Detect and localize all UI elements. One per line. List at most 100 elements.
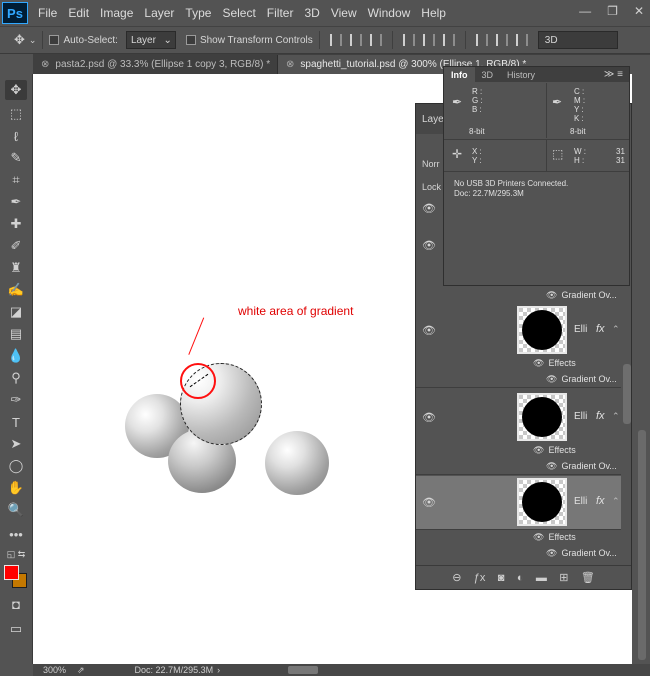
move-tool-icon[interactable]: ✥ bbox=[14, 32, 25, 48]
marquee-tool-icon[interactable]: ⬚ bbox=[5, 104, 27, 124]
align-right-icon[interactable] bbox=[442, 34, 455, 46]
auto-select-checkbox[interactable]: Auto-Select: bbox=[49, 35, 118, 46]
path-selection-tool-icon[interactable]: ➤ bbox=[5, 434, 27, 454]
effect-gradient-overlay[interactable]: 👁 Gradient Ov... bbox=[546, 548, 617, 559]
eye-icon[interactable]: 👁 bbox=[546, 374, 557, 384]
zoom-tool-icon[interactable]: 🔍 bbox=[5, 500, 27, 520]
eye-icon[interactable]: 👁 bbox=[422, 496, 436, 509]
delete-layer-icon[interactable]: 🗑 bbox=[581, 571, 595, 584]
blur-tool-icon[interactable]: 💧 bbox=[5, 346, 27, 366]
quick-select-tool-icon[interactable]: ✎ bbox=[5, 148, 27, 168]
chevron-right-icon[interactable]: › bbox=[217, 665, 220, 675]
default-colors-icon[interactable]: ◱ ⇆ bbox=[5, 544, 27, 564]
chevron-up-icon[interactable]: ⌃ bbox=[612, 496, 620, 507]
healing-brush-tool-icon[interactable]: ✚ bbox=[5, 214, 27, 234]
distribute-icon[interactable] bbox=[495, 34, 508, 46]
hand-tool-icon[interactable]: ✋ bbox=[5, 478, 27, 498]
align-left-icon[interactable] bbox=[402, 34, 415, 46]
brush-tool-icon[interactable]: ✐ bbox=[5, 236, 27, 256]
tab-info[interactable]: Info bbox=[444, 67, 475, 82]
eye-icon[interactable]: 👁 bbox=[546, 461, 557, 471]
eraser-tool-icon[interactable]: ◪ bbox=[5, 302, 27, 322]
menu-file[interactable]: File bbox=[38, 6, 57, 20]
eye-icon[interactable]: 👁 bbox=[546, 290, 557, 300]
effects-label[interactable]: 👁 Effects bbox=[533, 358, 576, 369]
eye-icon[interactable]: 👁 bbox=[422, 324, 436, 337]
eye-icon[interactable]: 👁 bbox=[546, 548, 557, 558]
eye-icon[interactable]: 👁 bbox=[422, 411, 436, 424]
distribute-icon[interactable] bbox=[515, 34, 528, 46]
crop-tool-icon[interactable]: ⌗ bbox=[5, 170, 27, 190]
effect-gradient-overlay[interactable]: 👁 Gradient Ov... bbox=[546, 374, 617, 385]
effects-label[interactable]: 👁 Effects bbox=[533, 532, 576, 543]
menu-help[interactable]: Help bbox=[421, 6, 446, 20]
menu-3d[interactable]: 3D bbox=[304, 6, 319, 20]
vertical-scrollbar[interactable] bbox=[638, 430, 646, 660]
add-style-icon[interactable]: ƒx bbox=[474, 572, 486, 584]
close-button[interactable]: ✕ bbox=[634, 4, 644, 18]
add-mask-icon[interactable]: ◙ bbox=[498, 572, 505, 584]
layer-thumbnail[interactable] bbox=[517, 393, 567, 441]
eye-icon[interactable]: 👁 bbox=[422, 239, 436, 252]
fx-icon[interactable]: fx bbox=[596, 495, 605, 507]
move-tool-icon[interactable]: ✥ bbox=[5, 80, 27, 100]
layers-scrollbar[interactable] bbox=[623, 364, 631, 424]
horizontal-scrollbar[interactable] bbox=[288, 666, 318, 674]
tab-pasta2[interactable]: ⊗ pasta2.psd @ 33.3% (Ellipse 1 copy 3, R… bbox=[33, 55, 278, 74]
eye-icon[interactable]: 👁 bbox=[422, 202, 436, 215]
link-layers-icon[interactable]: ⊖ bbox=[452, 571, 461, 584]
history-brush-tool-icon[interactable]: ✍ bbox=[5, 280, 27, 300]
chevron-down-icon[interactable]: ⌄ bbox=[29, 35, 37, 46]
tab-history[interactable]: History bbox=[500, 67, 542, 82]
screen-mode-icon[interactable]: ▭ bbox=[5, 619, 27, 639]
effect-gradient-overlay[interactable]: 👁 Gradient Ov... bbox=[546, 461, 617, 472]
menu-edit[interactable]: Edit bbox=[68, 6, 89, 20]
menu-image[interactable]: Image bbox=[100, 6, 133, 20]
eye-icon[interactable]: 👁 bbox=[533, 532, 544, 542]
distribute-icon[interactable] bbox=[475, 34, 488, 46]
pen-tool-icon[interactable]: ✑ bbox=[5, 390, 27, 410]
panel-menu-icon[interactable]: ≫ ≡ bbox=[604, 69, 623, 80]
eyedropper-tool-icon[interactable]: ✒ bbox=[5, 192, 27, 212]
blend-mode-select[interactable]: Norr bbox=[422, 159, 440, 169]
restore-button[interactable]: ❐ bbox=[607, 4, 618, 18]
chevron-up-icon[interactable]: ⌃ bbox=[612, 411, 620, 422]
lasso-tool-icon[interactable]: ℓ bbox=[5, 126, 27, 146]
layer-thumbnail[interactable] bbox=[517, 478, 567, 526]
new-layer-icon[interactable]: ⊞ bbox=[559, 571, 568, 584]
checkbox-icon[interactable] bbox=[49, 35, 60, 45]
layer-name[interactable]: Elli bbox=[574, 324, 587, 335]
gradient-tool-icon[interactable]: ▤ bbox=[5, 324, 27, 344]
eye-icon[interactable]: 👁 bbox=[533, 358, 544, 368]
foreground-color-swatch[interactable] bbox=[4, 565, 19, 580]
type-tool-icon[interactable]: T bbox=[5, 412, 27, 432]
zoom-level[interactable]: 300% bbox=[33, 665, 67, 675]
menu-view[interactable]: View bbox=[331, 6, 357, 20]
layer-thumbnail[interactable] bbox=[517, 306, 567, 354]
align-hcenter-icon[interactable] bbox=[422, 34, 435, 46]
close-tab-icon[interactable]: ⊗ bbox=[286, 59, 294, 70]
layer-name[interactable]: Elli bbox=[574, 496, 587, 507]
more-tools-icon[interactable]: ••• bbox=[5, 524, 27, 544]
checkbox-icon[interactable] bbox=[185, 35, 196, 45]
close-tab-icon[interactable]: ⊗ bbox=[41, 59, 49, 70]
share-icon[interactable]: ⇗ bbox=[77, 665, 85, 676]
tab-3d[interactable]: 3D bbox=[475, 67, 501, 82]
fx-icon[interactable]: fx bbox=[596, 410, 605, 422]
layer-row[interactable]: 👁 Elli fx ⌃ 👁 Effects 👁 Gradient Ov... bbox=[416, 389, 621, 475]
dodge-tool-icon[interactable]: ⚲ bbox=[5, 368, 27, 388]
effect-gradient-overlay[interactable]: 👁 Gradient Ov... bbox=[546, 290, 617, 301]
align-top-icon[interactable] bbox=[329, 34, 342, 46]
align-bottom-icon[interactable] bbox=[369, 34, 382, 46]
effects-label[interactable]: 👁 Effects bbox=[533, 445, 576, 456]
chevron-up-icon[interactable]: ⌃ bbox=[612, 324, 620, 335]
menu-layer[interactable]: Layer bbox=[144, 6, 174, 20]
align-vcenter-icon[interactable] bbox=[349, 34, 362, 46]
adjustment-layer-icon[interactable]: ◐ bbox=[517, 572, 524, 584]
show-transform-checkbox[interactable]: Show Transform Controls bbox=[185, 35, 313, 46]
menu-window[interactable]: Window bbox=[368, 6, 411, 20]
layers-tab[interactable]: Laye bbox=[416, 104, 444, 134]
minimize-button[interactable]: — bbox=[579, 4, 591, 18]
eye-icon[interactable]: 👁 bbox=[533, 445, 544, 455]
ellipse-tool-icon[interactable]: ◯ bbox=[5, 456, 27, 476]
